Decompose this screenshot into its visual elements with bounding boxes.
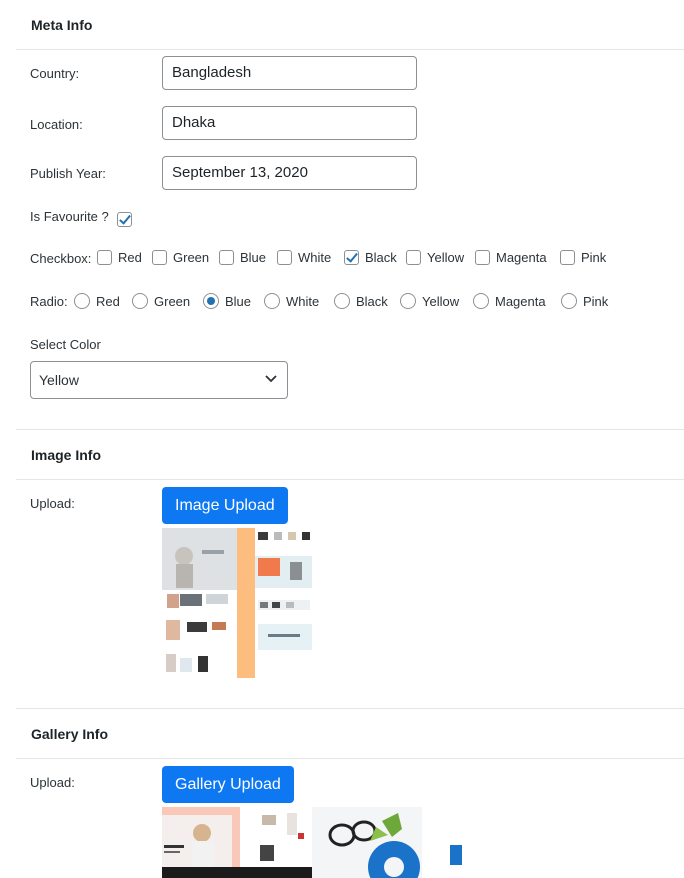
publish-year-label: Publish Year: [30,166,106,181]
radio-option-label: Yellow [422,293,460,309]
divider [16,758,684,759]
radio-option-white[interactable]: White [264,293,319,309]
image-info-title: Image Info [31,447,102,463]
checkbox-option-label: Black [365,250,397,265]
radio-option-label: Pink [583,293,609,309]
radio-pink[interactable] [561,293,577,309]
checkbox-option-label: Magenta [496,250,547,265]
gallery-upload-label: Upload: [30,775,75,790]
radio-red[interactable] [74,293,90,309]
gallery-image-1 [162,807,312,878]
checkbox-red[interactable] [97,250,112,265]
radio-option-label: Blue [225,293,252,309]
checkbox-option-label: Yellow [427,250,465,265]
gallery-info-title: Gallery Info [31,726,109,742]
radio-blue[interactable] [203,293,219,309]
radio-option-black[interactable]: Black [334,293,388,309]
image-upload-button[interactable]: Image Upload [162,487,288,524]
checkbox-option-black[interactable]: Black [344,250,397,265]
image-upload-label: Upload: [30,496,75,511]
checkbox-option-red[interactable]: Red [97,250,142,265]
select-color-dropdown[interactable]: Yellow [30,361,288,399]
checkbox-yellow[interactable] [406,250,421,265]
country-input[interactable]: Bangladesh [162,56,417,90]
checkbox-magenta[interactable] [475,250,490,265]
location-input[interactable]: Dhaka [162,106,417,140]
uploaded-image-preview [162,528,312,678]
radio-yellow[interactable] [400,293,416,309]
radio-option-blue[interactable]: Blue [203,293,251,309]
divider [16,49,684,50]
gallery-upload-button[interactable]: Gallery Upload [162,766,294,803]
checkbox-group-label: Checkbox: [30,251,92,266]
checkbox-option-white[interactable]: White [277,250,331,265]
checkbox-option-label: Blue [240,250,267,265]
checkbox-white[interactable] [277,250,292,265]
radio-option-label: Black [356,293,388,309]
checkbox-option-yellow[interactable]: Yellow [406,250,464,265]
gallery-image-2 [312,807,462,878]
checkbox-option-magenta[interactable]: Magenta [475,250,547,265]
divider [16,429,684,430]
favourite-label: Is Favourite ? [30,209,109,224]
checkbox-black[interactable] [344,250,359,265]
checkbox-option-pink[interactable]: Pink [560,250,606,265]
meta-info-title: Meta Info [31,17,93,33]
checkbox-pink[interactable] [560,250,575,265]
radio-option-red[interactable]: Red [74,293,120,309]
checkbox-option-green[interactable]: Green [152,250,209,265]
radio-option-label: White [286,293,320,309]
checkbox-option-label: Red [118,250,142,265]
radio-magenta[interactable] [473,293,489,309]
checkbox-blue[interactable] [219,250,234,265]
radio-green[interactable] [132,293,148,309]
radio-option-pink[interactable]: Pink [561,293,608,309]
location-label: Location: [30,117,83,132]
select-color-value: Yellow [39,372,79,388]
radio-white[interactable] [264,293,280,309]
checkbox-option-blue[interactable]: Blue [219,250,266,265]
radio-group-label: Radio: [30,294,68,309]
select-color-label: Select Color [30,337,101,352]
radio-option-label: Magenta [495,293,546,309]
radio-option-magenta[interactable]: Magenta [473,293,546,309]
radio-option-label: Green [154,293,191,309]
favourite-checkbox[interactable] [117,212,132,227]
country-label: Country: [30,66,80,81]
checkbox-green[interactable] [152,250,167,265]
chevron-down-icon [265,375,277,383]
radio-option-label: Red [96,293,120,309]
checkbox-option-label: White [298,250,332,265]
radio-black[interactable] [334,293,350,309]
divider [16,479,684,480]
divider [16,708,684,709]
checkbox-option-label: Pink [581,250,607,265]
publish-year-input[interactable]: September 13, 2020 [162,156,417,190]
radio-option-green[interactable]: Green [132,293,190,309]
radio-option-yellow[interactable]: Yellow [400,293,459,309]
checkbox-option-label: Green [173,250,210,265]
